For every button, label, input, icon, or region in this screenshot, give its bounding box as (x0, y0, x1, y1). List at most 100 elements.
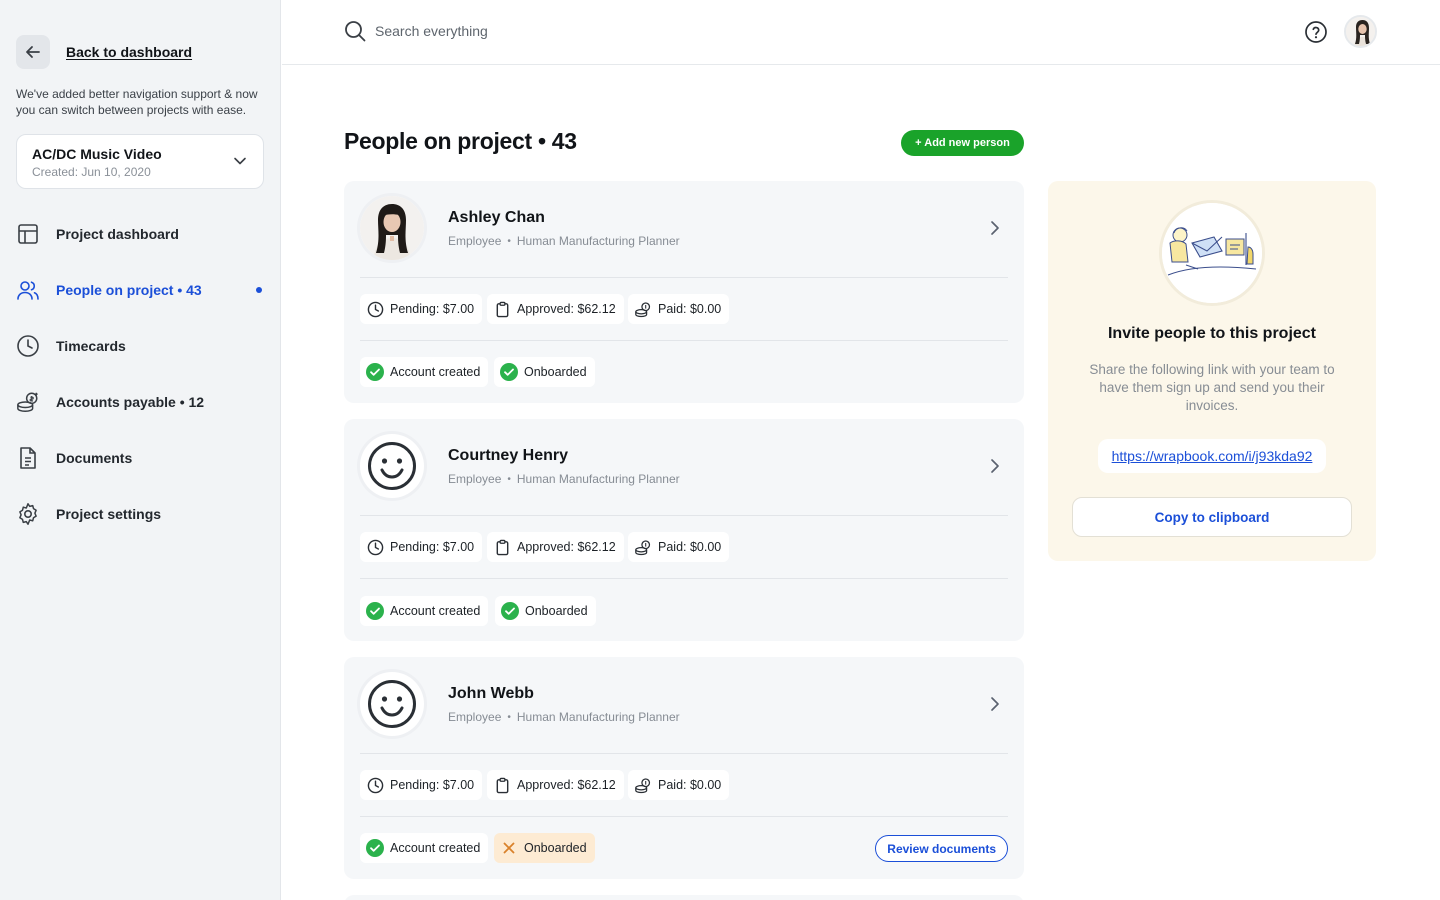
person-role: Employee • Human Manufacturing Planner (448, 472, 680, 486)
approved-amount: Approved: $62.12 (487, 770, 624, 800)
chevron-right-icon[interactable] (986, 457, 1004, 475)
separator-dot: • (507, 473, 511, 485)
project-switcher[interactable]: AC/DC Music Video Created: Jun 10, 2020 (16, 134, 264, 189)
coins-icon (635, 539, 651, 555)
invite-description: Share the following link with your team … (1089, 362, 1335, 413)
invite-panel: Invite people to this project Share the … (1048, 181, 1376, 561)
person-photo (360, 196, 424, 260)
project-created-date: Created: Jun 10, 2020 (32, 165, 151, 179)
person-card-partial (344, 895, 1024, 900)
arrow-left-icon (26, 46, 40, 58)
person-card[interactable]: Courtney Henry Employee • Human Manufact… (344, 419, 1024, 641)
clipboard-icon (496, 777, 508, 793)
coins-icon (635, 777, 651, 793)
gear-icon (19, 503, 37, 525)
navigation-notice: We've added better navigation support & … (16, 87, 258, 117)
nav-item-people-on-project[interactable]: People on project • 43 (16, 262, 266, 318)
approved-label: Approved: $62.12 (517, 778, 616, 792)
chevron-right-icon[interactable] (986, 695, 1004, 713)
approved-label: Approved: $62.12 (517, 302, 616, 316)
onboarded-status: Onboarded (495, 596, 596, 626)
nav-item-accounts-payable[interactable]: Accounts payable • 12 (16, 374, 266, 430)
avatar (360, 672, 424, 736)
help-icon (1305, 21, 1327, 43)
chevron-right-icon[interactable] (986, 219, 1004, 237)
search-input[interactable] (375, 23, 675, 39)
divider (360, 340, 1008, 341)
nav-item-documents[interactable]: Documents (16, 430, 266, 486)
nav-item-project-dashboard[interactable]: Project dashboard (16, 206, 266, 262)
nav-label: Documents (56, 450, 133, 466)
document-icon (20, 447, 36, 469)
help-button[interactable] (1304, 20, 1328, 49)
review-documents-button[interactable]: Review documents (875, 835, 1008, 862)
paid-amount: Paid: $0.00 (628, 770, 730, 800)
person-card[interactable]: John Webb Employee • Human Manufacturing… (344, 657, 1024, 879)
pending-amount: Pending: $7.00 (360, 532, 483, 562)
status-label: Account created (390, 365, 481, 379)
add-new-person-button[interactable]: + Add new person (901, 130, 1024, 156)
clock-icon (367, 539, 383, 555)
clipboard-icon (496, 301, 508, 317)
divider (360, 515, 1008, 516)
separator-dot: • (507, 235, 511, 247)
back-button[interactable] (16, 35, 50, 69)
onboarded-status: Onboarded (494, 357, 595, 387)
job-title: Human Manufacturing Planner (516, 234, 680, 248)
person-name: John Webb (448, 685, 534, 702)
pending-amount: Pending: $7.00 (360, 294, 483, 324)
employment-type: Employee (448, 472, 502, 486)
active-indicator-dot (256, 287, 262, 293)
layout-icon (18, 224, 38, 244)
person-role: Employee • Human Manufacturing Planner (448, 710, 680, 724)
invite-link[interactable]: https://wrapbook.com/i/j93kda92 (1098, 439, 1326, 473)
user-avatar[interactable] (1344, 15, 1377, 48)
check-circle-icon (500, 363, 518, 381)
back-to-dashboard[interactable]: Back to dashboard (16, 35, 192, 69)
copy-to-clipboard-button[interactable]: Copy to clipboard (1072, 497, 1352, 537)
search-icon (345, 21, 366, 42)
status-label: Account created (390, 604, 481, 618)
search-bar[interactable] (344, 20, 675, 42)
page-title: People on project • 43 (344, 128, 577, 154)
avatar (360, 196, 424, 260)
chevron-down-icon (234, 157, 246, 165)
coins-icon (17, 392, 38, 412)
nav-item-timecards[interactable]: Timecards (16, 318, 266, 374)
check-circle-icon (366, 839, 384, 857)
employment-type: Employee (448, 234, 502, 248)
paid-amount: Paid: $0.00 (628, 294, 730, 324)
status-label: Onboarded (524, 841, 587, 855)
user-photo (1346, 17, 1375, 46)
person-card[interactable]: Ashley Chan Employee • Human Manufacturi… (344, 181, 1024, 403)
account-created-status: Account created (360, 596, 489, 626)
nav-label: Timecards (56, 338, 126, 354)
invite-illustration (1162, 203, 1262, 303)
nav-label: Project dashboard (56, 226, 179, 242)
paid-label: Paid: $0.00 (658, 778, 722, 792)
nav-label: Accounts payable • 12 (56, 394, 205, 410)
sidebar: Back to dashboard We've added better nav… (0, 0, 281, 900)
users-icon (17, 281, 39, 300)
nav-item-project-settings[interactable]: Project settings (16, 486, 266, 542)
top-bar (282, 0, 1440, 65)
smiley-icon (368, 680, 416, 728)
divider (360, 277, 1008, 278)
paid-label: Paid: $0.00 (658, 540, 722, 554)
avatar (360, 434, 424, 498)
clipboard-icon (496, 539, 508, 555)
divider (360, 578, 1008, 579)
smiley-icon (368, 442, 416, 490)
job-title: Human Manufacturing Planner (516, 710, 680, 724)
invite-title: Invite people to this project (1107, 325, 1317, 342)
coins-icon (635, 301, 651, 317)
clock-icon (17, 335, 39, 357)
approved-amount: Approved: $62.12 (487, 532, 624, 562)
onboarded-status: Onboarded (494, 833, 595, 863)
divider (360, 753, 1008, 754)
back-to-dashboard-link[interactable]: Back to dashboard (66, 44, 192, 60)
account-created-status: Account created (360, 357, 489, 387)
project-name: AC/DC Music Video (32, 146, 162, 162)
job-title: Human Manufacturing Planner (516, 472, 680, 486)
status-label: Onboarded (525, 604, 588, 618)
